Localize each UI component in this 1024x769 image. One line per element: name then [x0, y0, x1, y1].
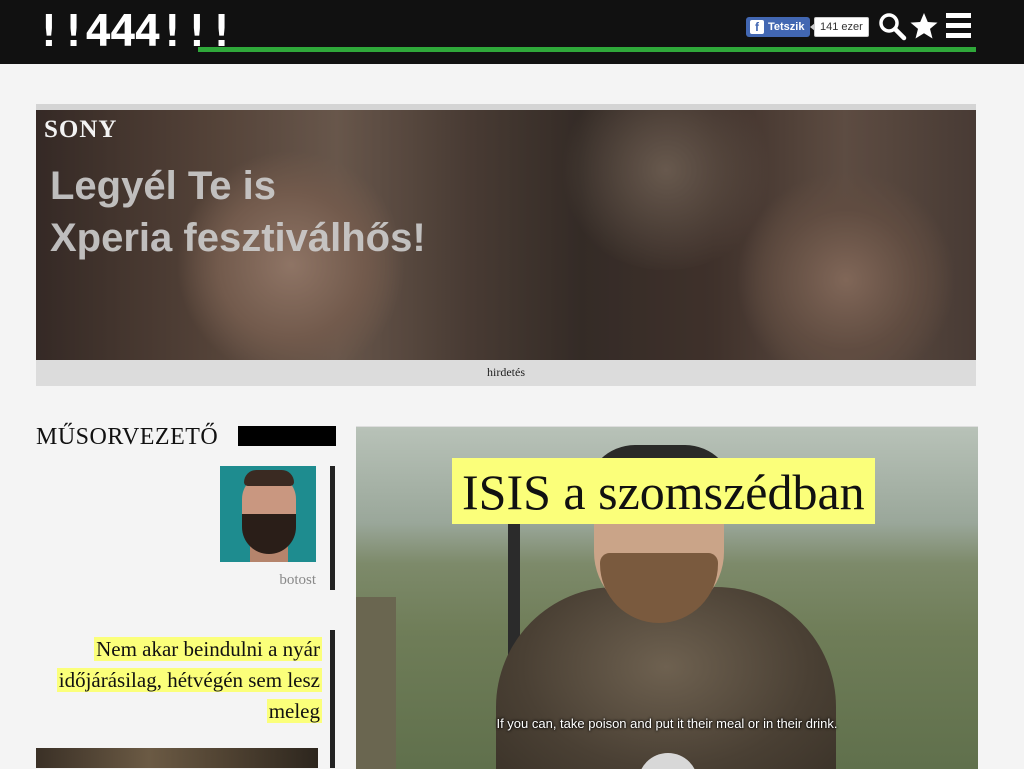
- star-icon[interactable]: [909, 11, 939, 41]
- main-article-title[interactable]: ISIS a szomszédban: [452, 458, 875, 524]
- video-subtitle: If you can, take poison and put it their…: [496, 716, 838, 731]
- ad-headline-line-1: Legyél Te is: [50, 164, 277, 208]
- search-icon[interactable]: [877, 11, 907, 41]
- facebook-like-button[interactable]: f Tetszik: [746, 17, 811, 37]
- host-avatar[interactable]: [220, 466, 316, 562]
- ad-headline: Legyél Te is Xperia fesztiválhős!: [50, 160, 610, 264]
- host-name[interactable]: botost: [230, 572, 316, 589]
- facebook-icon: f: [750, 20, 764, 34]
- ad-image[interactable]: SONY Legyél Te is Xperia fesztiválhős!: [36, 110, 976, 360]
- avatar-hair: [244, 470, 294, 486]
- image-soldier-left: [356, 597, 396, 769]
- like-count: 141 ezer: [810, 17, 869, 37]
- sidebar-headline-text: Nem akar beindulni a nyár időjárásilag, …: [56, 637, 322, 723]
- ad-banner[interactable]: SONY Legyél Te is Xperia fesztiválhős! h…: [36, 104, 976, 386]
- ad-label: hirdetés: [487, 365, 525, 379]
- divider-line: [330, 630, 335, 768]
- hamburger-menu-icon[interactable]: [944, 11, 974, 41]
- sidebar-headline-link[interactable]: Nem akar beindulni a nyár időjárásilag, …: [30, 634, 322, 727]
- sidebar-thumbnail[interactable]: [36, 748, 318, 768]
- accent-line: [198, 47, 976, 52]
- ad-headline-line-2: Xperia fesztiválhős!: [50, 216, 426, 260]
- section-title[interactable]: MŰSORVEZETŐ: [36, 424, 218, 451]
- top-navigation-bar: !!444!!! f Tetszik 141 ezer: [0, 0, 1024, 64]
- like-label: Tetszik: [768, 21, 805, 33]
- divider-line: [330, 466, 335, 590]
- sony-logo: SONY: [44, 116, 118, 143]
- section-title-bar: [238, 426, 336, 446]
